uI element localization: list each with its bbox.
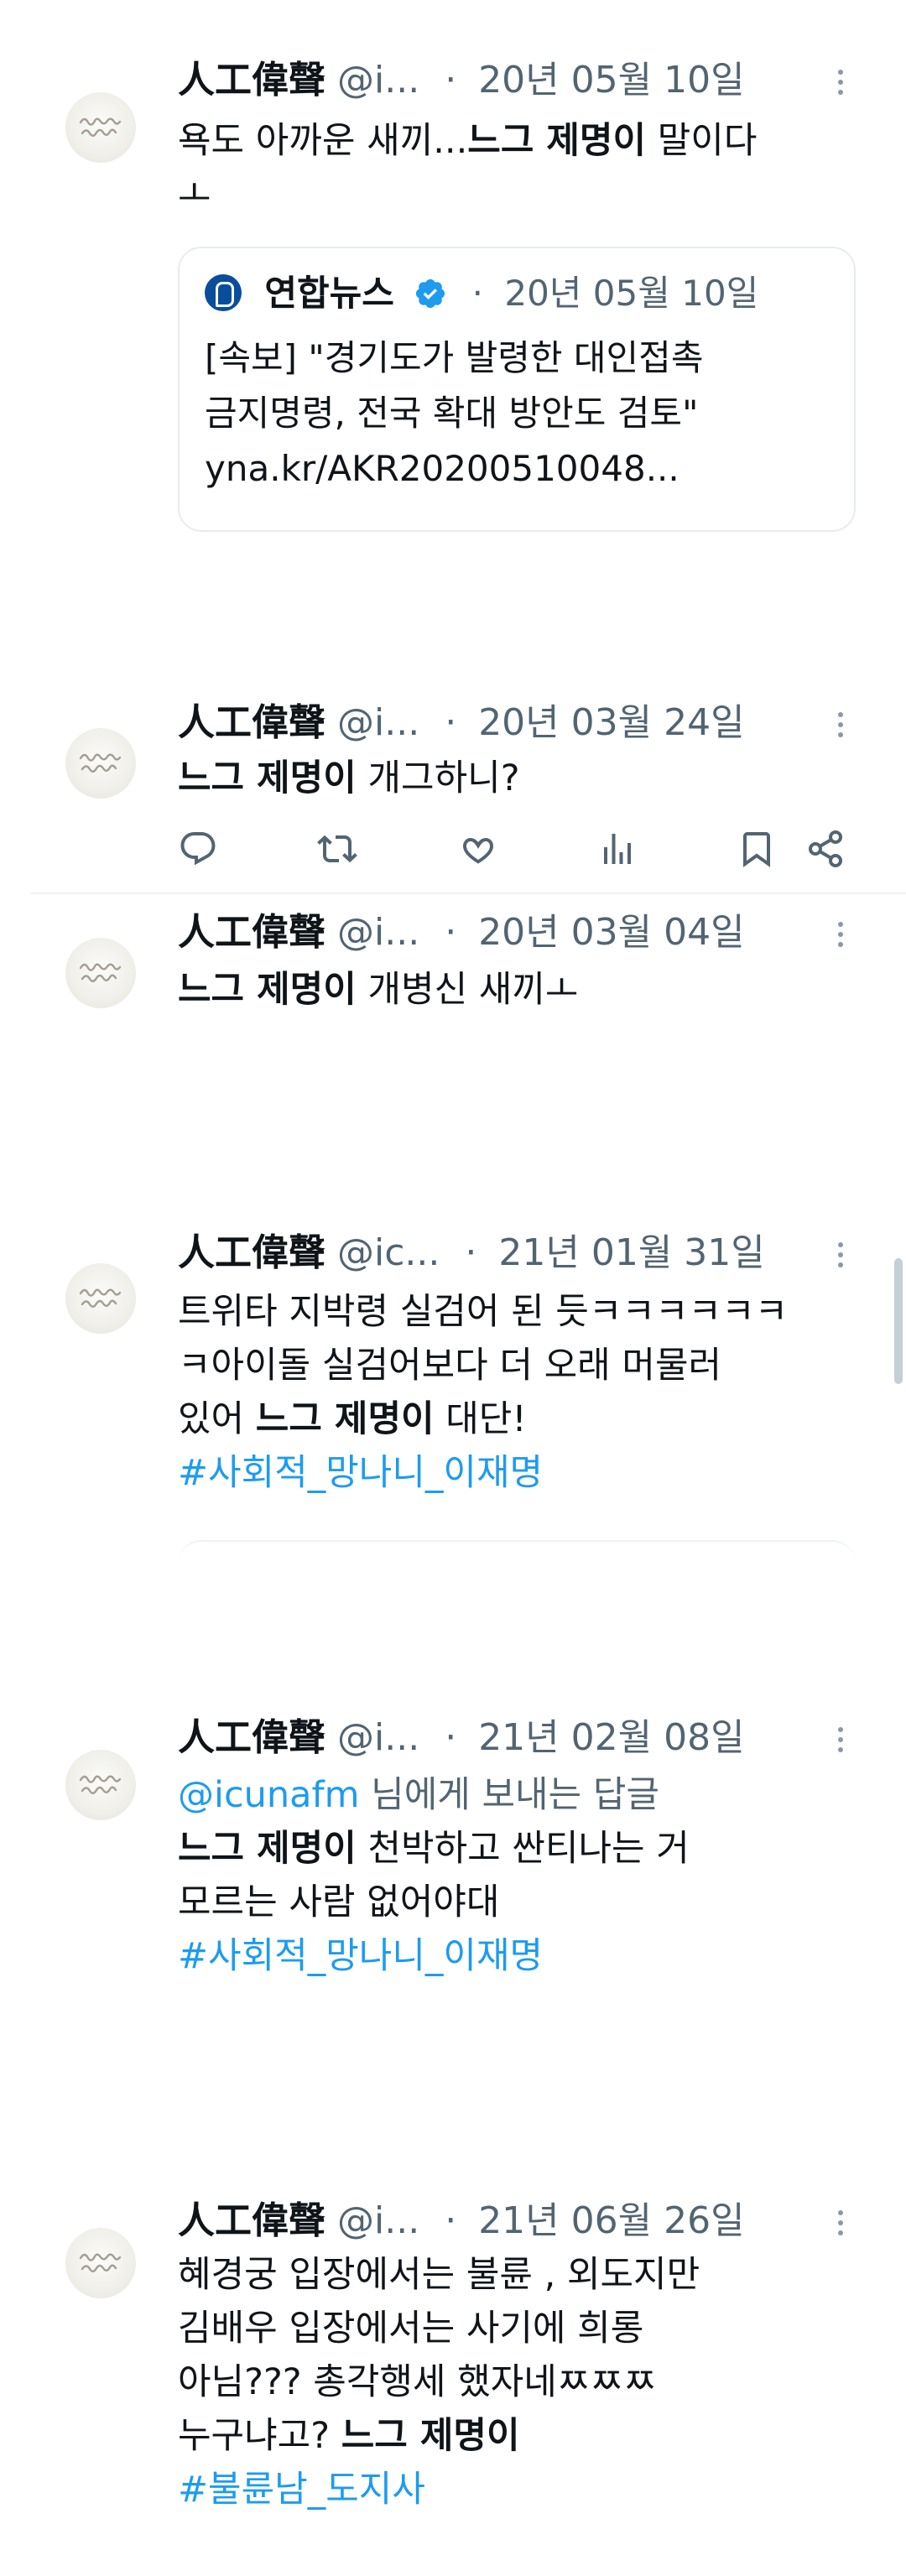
tweet-header: 人工偉聲 @i... · 21년 06월 26일 xyxy=(178,2198,745,2245)
hashtag-link[interactable]: #불륜남_도지사 xyxy=(178,2469,425,2511)
tweet[interactable]: 人工偉聲 @i... · 21년 06월 26일 혜경궁 입장에서는 불륜 , … xyxy=(0,0,906,2576)
author-handle[interactable]: @i... xyxy=(337,2199,419,2242)
more-icon[interactable] xyxy=(835,2206,846,2243)
tweet-date[interactable]: 21년 06월 26일 xyxy=(478,2199,744,2242)
avatar[interactable] xyxy=(65,2228,136,2298)
mention-text: 느그 제명이 xyxy=(341,2415,520,2457)
separator-dot: · xyxy=(445,2199,457,2242)
author-name[interactable]: 人工偉聲 xyxy=(178,2199,325,2242)
tweet-text: 혜경궁 입장에서는 불륜 , 외도지만 김배우 입장에서는 사기에 희롱 아님?… xyxy=(178,2254,700,2511)
